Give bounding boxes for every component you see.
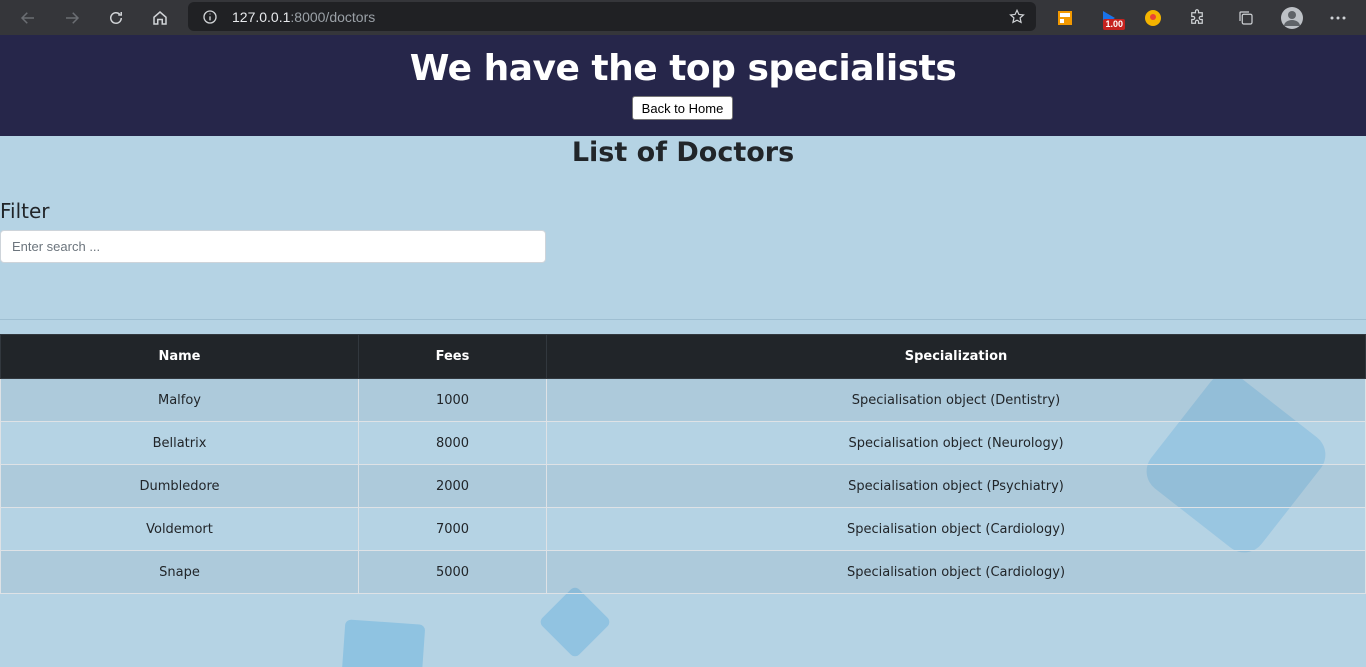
doctor-specialization: Specialisation object (Dentistry) (546, 378, 1366, 422)
table-row: Bellatrix 8000 Specialisation object (Ne… (0, 421, 1366, 465)
url-host: 127.0.0.1 (232, 8, 291, 25)
page-header: We have the top specialists Back to Home (0, 35, 1366, 136)
reload-icon (110, 11, 122, 24)
collections-icon (1239, 10, 1253, 25)
doctor-specialization: Specialisation object (Psychiatry) (546, 464, 1366, 508)
browser-toolbar: 127.0.0.1:8000/doctors 1.00 (0, 0, 1366, 35)
doctor-fees: 8000 (358, 421, 547, 465)
table-row: Dumbledore 2000 Specialisation object (P… (0, 464, 1366, 508)
reload-button[interactable] (94, 0, 138, 35)
profile-button[interactable] (1274, 0, 1310, 35)
table-row: Voldemort 7000 Specialisation object (Ca… (0, 507, 1366, 551)
table-row: Snape 5000 Specialisation object (Cardio… (0, 550, 1366, 594)
location-pin-icon (1145, 9, 1161, 26)
doctor-fees: 5000 (358, 550, 547, 594)
url-path: :8000/doctors (290, 8, 376, 25)
home-button[interactable] (138, 0, 182, 35)
menu-button[interactable] (1320, 0, 1356, 35)
doctor-fees: 1000 (358, 378, 547, 422)
decorative-square (538, 585, 612, 659)
doctor-name: Dumbledore (0, 464, 359, 508)
doctors-table: Name Fees Specialization Malfoy 1000 Spe… (0, 334, 1366, 594)
puzzle-icon (1191, 8, 1203, 24)
list-title: List of Doctors (571, 137, 795, 168)
table-header-row: Name Fees Specialization (0, 334, 1366, 379)
doctor-fees: 7000 (358, 507, 547, 551)
filter-label: Filter (0, 199, 50, 223)
more-horizontal-icon (1330, 16, 1346, 19)
extension-badge: 1.00 (1103, 19, 1125, 30)
divider (0, 319, 1366, 320)
doctor-specialization: Specialisation object (Cardiology) (546, 550, 1366, 594)
doctor-fees: 2000 (358, 464, 547, 508)
column-header-name[interactable]: Name (0, 334, 359, 379)
table-row: Malfoy 1000 Specialisation object (Denti… (0, 378, 1366, 422)
home-icon (153, 10, 167, 25)
column-header-specialization[interactable]: Specialization (546, 334, 1366, 379)
address-bar[interactable]: 127.0.0.1:8000/doctors (188, 2, 1036, 31)
collections-button[interactable] (1228, 0, 1264, 35)
extension-reader-button[interactable] (1047, 0, 1083, 35)
column-header-fees[interactable]: Fees (358, 334, 547, 379)
back-button[interactable] (6, 0, 50, 35)
search-input[interactable] (0, 230, 546, 263)
avatar-icon (1281, 6, 1303, 29)
extension-reader-icon (1058, 10, 1072, 25)
doctor-specialization: Specialisation object (Neurology) (546, 421, 1366, 465)
favorite-star-icon[interactable] (1008, 8, 1026, 26)
info-icon[interactable] (202, 9, 218, 25)
back-to-home-button[interactable]: Back to Home (632, 96, 733, 120)
page-title: We have the top specialists (409, 48, 957, 89)
forward-button[interactable] (50, 0, 94, 35)
extensions-button[interactable] (1179, 0, 1215, 35)
extension-speed-button[interactable]: 1.00 (1091, 0, 1127, 35)
doctor-name: Voldemort (0, 507, 359, 551)
doctor-name: Snape (0, 550, 359, 594)
arrow-right-icon (66, 11, 80, 24)
arrow-left-icon (20, 11, 34, 24)
doctor-specialization: Specialisation object (Cardiology) (546, 507, 1366, 551)
doctor-name: Bellatrix (0, 421, 359, 465)
decorative-square (340, 619, 426, 667)
doctor-name: Malfoy (0, 378, 359, 422)
extension-location-button[interactable] (1135, 0, 1171, 35)
